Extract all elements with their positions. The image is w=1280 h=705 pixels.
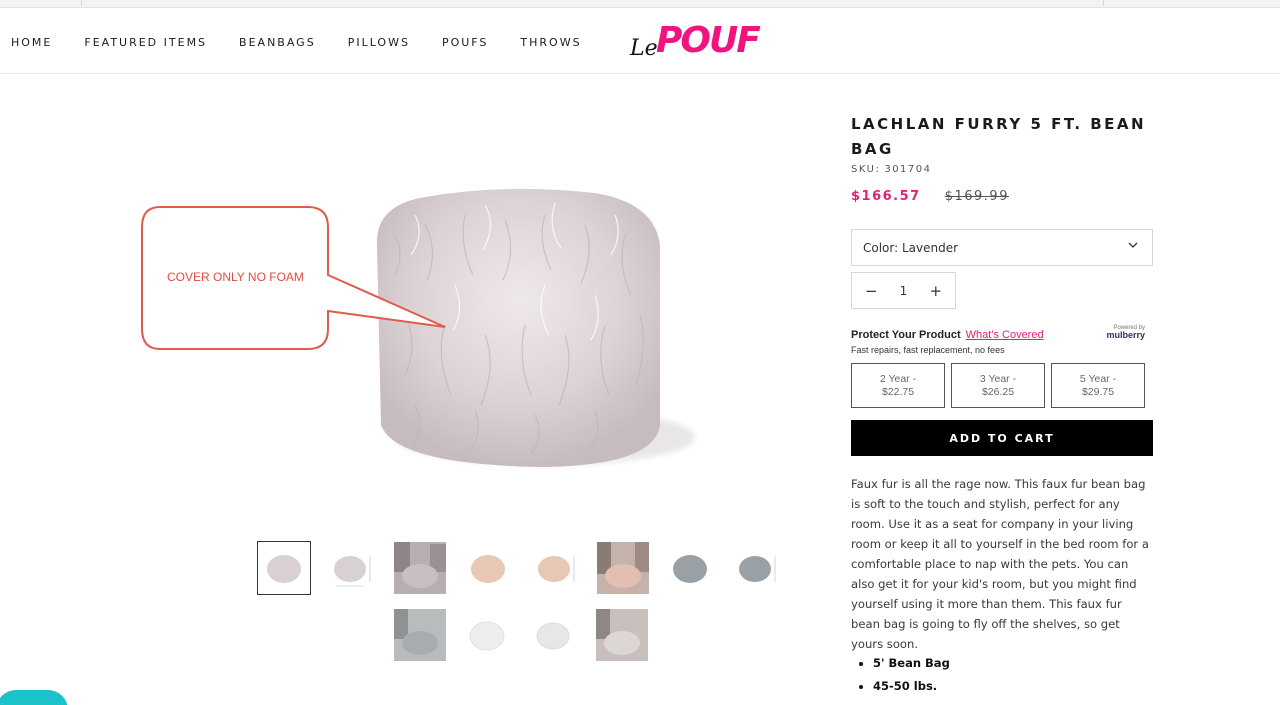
site-header: HOME FEATURED ITEMS BEANBAGS PILLOWS POU… bbox=[0, 8, 1280, 74]
price-row: $166.57 $169.99 bbox=[851, 189, 1153, 204]
thumbnail[interactable] bbox=[596, 609, 648, 661]
nav-pillows[interactable]: PILLOWS bbox=[348, 36, 410, 49]
plan-option-5-year[interactable]: 5 Year - $29.75 bbox=[1051, 363, 1145, 408]
site-logo[interactable]: Le POUF bbox=[630, 18, 761, 64]
plan-option-3-year[interactable]: 3 Year - $26.25 bbox=[951, 363, 1045, 408]
tab-segment bbox=[1103, 0, 1280, 6]
nav-beanbags[interactable]: BEANBAGS bbox=[239, 36, 316, 49]
plan-price: $22.75 bbox=[881, 385, 915, 398]
color-select-value: Color: Lavender bbox=[863, 240, 959, 255]
chevron-down-icon bbox=[1128, 242, 1138, 248]
thumbnail[interactable] bbox=[664, 542, 716, 594]
product-details: LACHLAN FURRY 5 FT. BEAN BAG SKU: 301704 … bbox=[851, 112, 1153, 693]
nav-throws[interactable]: THROWS bbox=[520, 36, 581, 49]
quantity-increase-button[interactable]: + bbox=[926, 282, 946, 300]
chat-widget-button[interactable] bbox=[0, 690, 68, 705]
mulberry-logo: Powered by mulberry bbox=[1106, 325, 1145, 340]
sale-price: $166.57 bbox=[851, 189, 921, 204]
plan-term: 2 Year - bbox=[879, 372, 917, 385]
tab-segment bbox=[0, 0, 82, 6]
callout-annotation: COVER ONLY NO FOAM bbox=[140, 205, 470, 355]
plan-price: $29.75 bbox=[1081, 385, 1115, 398]
logo-name: POUF bbox=[656, 20, 761, 61]
plan-price: $26.25 bbox=[981, 385, 1015, 398]
main-nav: HOME FEATURED ITEMS BEANBAGS PILLOWS POU… bbox=[11, 36, 614, 49]
thumbnail[interactable] bbox=[257, 541, 311, 595]
sku-value: 301704 bbox=[884, 164, 932, 175]
product-description: Faux fur is all the rage now. This faux … bbox=[851, 477, 1149, 651]
thumbnail[interactable] bbox=[461, 609, 513, 661]
sku-label: SKU: bbox=[851, 164, 881, 175]
browser-top-strip bbox=[0, 0, 1280, 8]
plan-term: 3 Year - bbox=[979, 372, 1017, 385]
callout-text: COVER ONLY NO FOAM bbox=[167, 270, 304, 284]
product-features-list: 5' Bean Bag 45-50 lbs. bbox=[873, 656, 950, 702]
thumbnail[interactable] bbox=[326, 542, 378, 594]
logo-prefix: Le bbox=[630, 36, 658, 61]
product-sku: SKU: 301704 bbox=[851, 164, 1153, 175]
protection-plan-options: 2 Year - $22.75 3 Year - $26.25 5 Year -… bbox=[851, 363, 1151, 408]
nav-poufs[interactable]: POUFS bbox=[442, 36, 488, 49]
quantity-decrease-button[interactable]: − bbox=[861, 282, 881, 300]
whats-covered-link[interactable]: What's Covered bbox=[966, 329, 1044, 341]
thumbnail[interactable] bbox=[394, 609, 446, 661]
plan-option-2-year[interactable]: 2 Year - $22.75 bbox=[851, 363, 945, 408]
thumbnail[interactable] bbox=[394, 542, 446, 594]
color-select[interactable]: Color: Lavender bbox=[851, 229, 1153, 266]
thumbnail[interactable] bbox=[530, 542, 582, 594]
nav-featured-items[interactable]: FEATURED ITEMS bbox=[84, 36, 207, 49]
product-title: LACHLAN FURRY 5 FT. BEAN BAG bbox=[851, 115, 1147, 158]
mulberry-brand: mulberry bbox=[1106, 330, 1145, 340]
thumbnail[interactable] bbox=[731, 542, 783, 594]
feature-item: 45-50 lbs. bbox=[873, 679, 950, 693]
plan-term: 5 Year - bbox=[1079, 372, 1117, 385]
feature-item: 5' Bean Bag bbox=[873, 656, 950, 670]
quantity-stepper: − 1 + bbox=[851, 272, 956, 309]
protection-subtext: Fast repairs, fast replacement, no fees bbox=[851, 345, 1005, 355]
thumbnail[interactable] bbox=[529, 609, 581, 661]
thumbnail[interactable] bbox=[597, 542, 649, 594]
original-price: $169.99 bbox=[944, 189, 1009, 204]
protection-plan: Protect Your Product What's Covered Fast… bbox=[851, 325, 1153, 408]
nav-home[interactable]: HOME bbox=[11, 36, 52, 49]
add-to-cart-button[interactable]: ADD TO CART bbox=[851, 420, 1153, 456]
thumbnail[interactable] bbox=[462, 542, 514, 594]
quantity-value[interactable]: 1 bbox=[900, 284, 908, 298]
protection-heading: Protect Your Product bbox=[851, 329, 961, 341]
